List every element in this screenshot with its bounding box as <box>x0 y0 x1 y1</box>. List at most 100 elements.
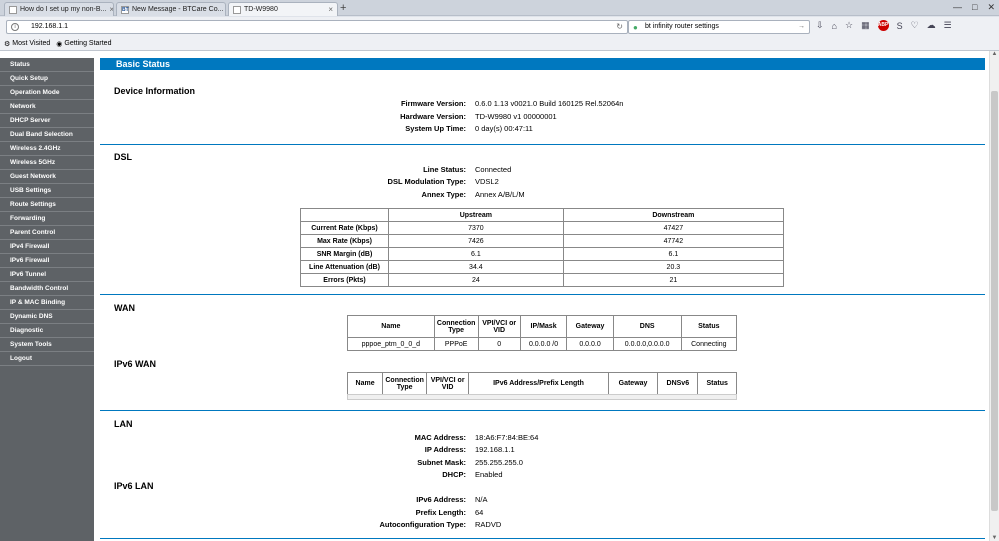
bt-icon: BT <box>121 5 129 14</box>
ipv6-addr-label: IPv6 Address: <box>416 495 466 504</box>
sidebar-item-usb[interactable]: USB Settings <box>0 184 94 198</box>
home-icon[interactable]: ⌂ <box>832 21 837 31</box>
tab-2[interactable]: BT New Message - BTCare Co... × <box>116 2 226 16</box>
close-window-icon[interactable]: ✕ <box>987 2 995 13</box>
divider <box>100 410 985 411</box>
gear-icon: ⚙ <box>4 40 11 48</box>
sidebar-item-forwarding[interactable]: Forwarding <box>0 212 94 226</box>
sidebar-item-bandwidth[interactable]: Bandwidth Control <box>0 282 94 296</box>
url-text: 192.168.1.1 <box>31 23 68 30</box>
search-text: bt infinity router settings <box>645 23 719 30</box>
search-engine-icon[interactable]: ● <box>633 22 638 34</box>
close-icon[interactable]: × <box>325 5 333 14</box>
sidebar-item-status[interactable]: Status <box>0 58 94 72</box>
download-icon[interactable]: ⇩ <box>816 20 824 31</box>
sidebar-item-ipv6-tunnel[interactable]: IPv6 Tunnel <box>0 268 94 282</box>
search-icon[interactable]: → <box>798 21 805 33</box>
adblock-icon[interactable]: ABP <box>877 20 889 31</box>
bookmark-getting-started[interactable]: ◉ Getting Started <box>56 40 111 48</box>
firmware-value: 0.6.0 1.13 v0021.0 Build 160125 Rel.5206… <box>475 99 624 108</box>
minimize-icon[interactable]: — <box>953 2 962 13</box>
section-dsl: DSL <box>114 152 132 162</box>
sidebar-item-ip-mac[interactable]: IP & MAC Binding <box>0 296 94 310</box>
tab-label: How do I set up my non-B... <box>20 6 107 13</box>
tab-3[interactable]: TD-W9980 × <box>228 2 338 16</box>
table-row: Max Rate (Kbps) 7426 47742 <box>300 234 785 248</box>
hardware-label: Hardware Version: <box>400 112 466 121</box>
sidebar-item-logout[interactable]: Logout <box>0 352 94 366</box>
sidebar-item-ddns[interactable]: Dynamic DNS <box>0 310 94 324</box>
sidebar-menu: Status Quick Setup Operation Mode Networ… <box>0 58 94 541</box>
section-wan: WAN <box>114 303 135 313</box>
table-row: Line Attenuation (dB) 34.4 20.3 <box>300 260 785 274</box>
search-input[interactable]: ● bt infinity router settings → <box>628 20 810 34</box>
sidebar-item-wireless-5[interactable]: Wireless 5GHz <box>0 156 94 170</box>
reload-icon[interactable]: ↻ <box>616 21 623 33</box>
menu-icon[interactable]: ☰ <box>944 20 952 31</box>
table-row: SNR Margin (dB) 6.1 6.1 <box>300 247 785 261</box>
new-tab-button[interactable]: + <box>340 2 346 14</box>
sync-icon[interactable]: ☁ <box>927 20 936 31</box>
ip-label: IP Address: <box>424 445 466 454</box>
page-icon <box>233 5 241 14</box>
sidebar-item-dual-band[interactable]: Dual Band Selection <box>0 128 94 142</box>
scroll-thumb[interactable] <box>991 91 998 511</box>
autoconf-label: Autoconfiguration Type: <box>379 520 466 529</box>
skype-icon[interactable]: S <box>897 21 903 31</box>
sidebar-item-dhcp-server[interactable]: DHCP Server <box>0 114 94 128</box>
table-header-row: Upstream Downstream <box>300 208 785 222</box>
ipv6-addr-value: N/A <box>475 495 488 504</box>
dhcp-label: DHCP: <box>442 470 466 479</box>
ip-value: 192.168.1.1 <box>475 445 515 454</box>
library-icon[interactable]: ▦ <box>861 20 870 31</box>
modulation-value: VDSL2 <box>475 177 499 186</box>
scroll-down-icon[interactable]: ▼ <box>990 535 999 541</box>
close-icon[interactable]: × <box>106 5 113 14</box>
mask-value: 255.255.255.0 <box>475 458 523 467</box>
maximize-icon[interactable]: □ <box>972 2 977 13</box>
ipv6-wan-table: Name Connection Type VPI/VCI or VID IPv6… <box>346 372 737 395</box>
table-horizontal-scrollbar[interactable] <box>347 394 737 400</box>
bookmark-star-icon[interactable]: ☆ <box>845 20 853 31</box>
bookmarks-bar: ⚙ Most Visited ◉ Getting Started <box>0 37 999 51</box>
annex-label: Annex Type: <box>421 190 466 199</box>
bookmark-most-visited[interactable]: ⚙ Most Visited <box>4 40 50 48</box>
scroll-up-icon[interactable]: ▲ <box>990 51 999 57</box>
page-scrollbar[interactable]: ▲ ▼ <box>989 51 999 541</box>
table-row: pppoe_ptm_0_0_d PPPoE 0 0.0.0.0 /0 0.0.0… <box>347 337 738 351</box>
annex-value: Annex A/B/L/M <box>475 190 525 199</box>
sidebar-item-ipv4-firewall[interactable]: IPv4 Firewall <box>0 240 94 254</box>
section-ipv6-lan: IPv6 LAN <box>114 481 154 491</box>
divider <box>100 294 985 295</box>
sidebar-item-parent-control[interactable]: Parent Control <box>0 226 94 240</box>
url-field[interactable]: i 192.168.1.1 ↻ <box>6 20 628 34</box>
sidebar-item-guest-network[interactable]: Guest Network <box>0 170 94 184</box>
close-icon[interactable]: × <box>223 5 225 14</box>
sidebar-item-route[interactable]: Route Settings <box>0 198 94 212</box>
sidebar-item-diagnostic[interactable]: Diagnostic <box>0 324 94 338</box>
table-header-row: Name Connection Type VPI/VCI or VID IPv6… <box>346 372 737 395</box>
divider <box>100 538 985 539</box>
window-controls: — □ ✕ <box>953 2 995 13</box>
sidebar-item-network[interactable]: Network <box>0 100 94 114</box>
page-title: Basic Status <box>100 58 985 70</box>
info-icon[interactable]: i <box>11 23 19 31</box>
table-header-empty <box>300 208 389 222</box>
sidebar-item-wireless-24[interactable]: Wireless 2.4GHz <box>0 142 94 156</box>
tab-bar: How do I set up my non-B... × BT New Mes… <box>0 0 999 16</box>
sidebar-item-system-tools[interactable]: System Tools <box>0 338 94 352</box>
page-icon <box>9 5 17 14</box>
table-header-downstream: Downstream <box>562 208 785 222</box>
sidebar-item-ipv6-firewall[interactable]: IPv6 Firewall <box>0 254 94 268</box>
sidebar-item-operation-mode[interactable]: Operation Mode <box>0 86 94 100</box>
sidebar-item-quick-setup[interactable]: Quick Setup <box>0 72 94 86</box>
table-row: Current Rate (Kbps) 7370 47427 <box>300 221 785 235</box>
nav-bar: i 192.168.1.1 ↻ ● bt infinity router set… <box>0 17 999 37</box>
dsl-stats-table: Upstream Downstream Current Rate (Kbps) 7… <box>300 208 785 287</box>
table-header-upstream: Upstream <box>388 208 564 222</box>
pocket-icon[interactable]: ♡ <box>911 20 919 31</box>
prefix-value: 64 <box>475 508 484 517</box>
section-device-info: Device Information <box>114 86 196 96</box>
dhcp-value: Enabled <box>475 470 503 479</box>
tab-1[interactable]: How do I set up my non-B... × <box>4 2 114 16</box>
